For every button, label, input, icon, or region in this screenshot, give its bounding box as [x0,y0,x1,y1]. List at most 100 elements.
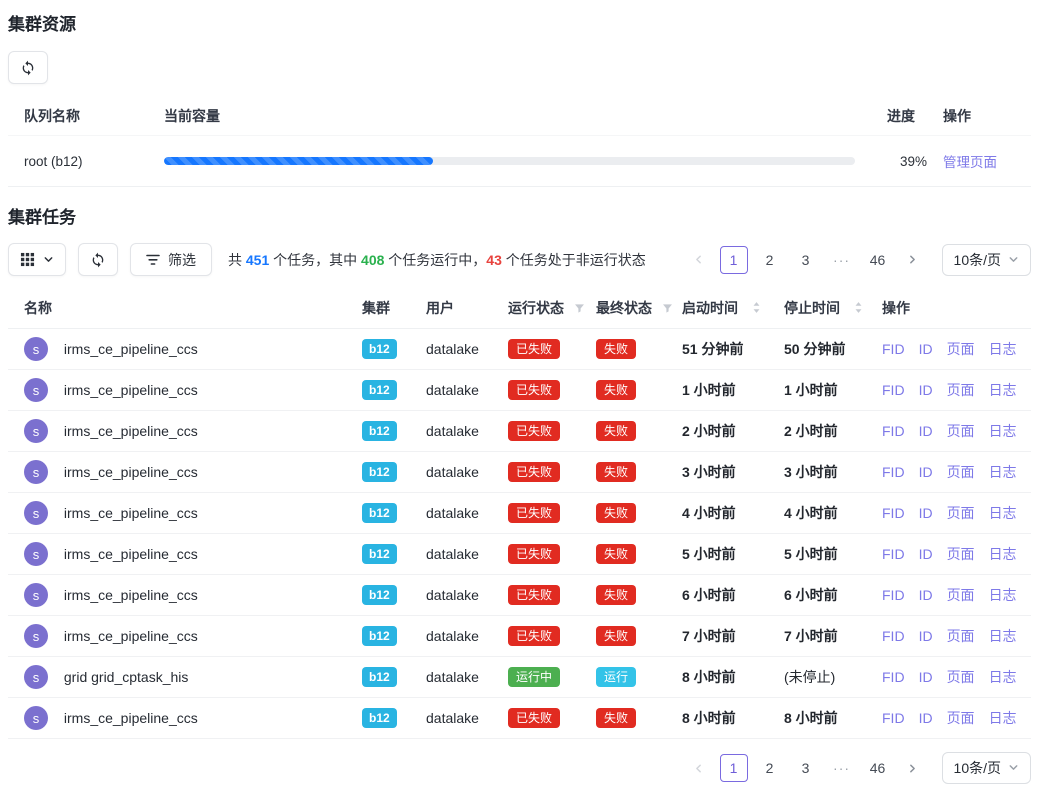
final-status-badge: 失败 [596,626,636,646]
pagination-prev[interactable] [686,247,712,273]
stop-time: 5 小时前 [768,534,866,575]
pagination-page-46[interactable]: 46 [864,246,892,274]
pagination-next[interactable] [900,755,926,781]
op-link-log[interactable]: 日志 [989,341,1017,357]
sort-icon[interactable] [752,301,761,317]
task-user: datalake [410,329,492,370]
avatar: s [24,460,48,484]
op-link-page[interactable]: 页面 [947,628,975,644]
op-link-log[interactable]: 日志 [989,710,1017,726]
sort-icon[interactable] [854,301,863,317]
op-link-id[interactable]: ID [919,341,933,357]
pagination-page-46[interactable]: 46 [864,754,892,782]
op-link-log[interactable]: 日志 [989,587,1017,603]
op-link-page[interactable]: 页面 [947,423,975,439]
op-link-fid[interactable]: FID [882,710,905,726]
pagination-page-1[interactable]: 1 [720,754,748,782]
stop-time: 8 小时前 [768,698,866,739]
op-link-page[interactable]: 页面 [947,710,975,726]
tasks-toolbar: 筛选 共 451 个任务，其中 408 个任务运行中，43 个任务处于非运行状态… [8,243,1031,276]
op-link-id[interactable]: ID [919,505,933,521]
op-link-fid[interactable]: FID [882,587,905,603]
op-link-id[interactable]: ID [919,464,933,480]
task-user: datalake [410,698,492,739]
op-link-page[interactable]: 页面 [947,341,975,357]
op-link-page[interactable]: 页面 [947,464,975,480]
op-link-log[interactable]: 日志 [989,382,1017,398]
op-link-id[interactable]: ID [919,423,933,439]
col-header-cluster: 集群 [346,292,410,329]
op-link-fid[interactable]: FID [882,669,905,685]
op-link-fid[interactable]: FID [882,382,905,398]
task-name: irms_ce_pipeline_ccs [64,587,198,603]
op-link-log[interactable]: 日志 [989,628,1017,644]
task-user: datalake [410,575,492,616]
op-link-log[interactable]: 日志 [989,423,1017,439]
col-header-queue: 队列名称 [8,97,148,136]
pagination-page-2[interactable]: 2 [756,754,784,782]
pagination-next[interactable] [900,247,926,273]
manage-page-link[interactable]: 管理页面 [943,155,997,170]
op-link-page[interactable]: 页面 [947,669,975,685]
op-link-fid[interactable]: FID [882,341,905,357]
pagination-page-2[interactable]: 2 [756,246,784,274]
cluster-badge: b12 [362,339,397,359]
op-link-page[interactable]: 页面 [947,587,975,603]
pagination-page-1[interactable]: 1 [720,246,748,274]
summary-count: 408 [361,252,384,268]
op-link-id[interactable]: ID [919,669,933,685]
pagination-prev[interactable] [686,755,712,781]
avatar: s [24,378,48,402]
op-link-log[interactable]: 日志 [989,464,1017,480]
filter-funnel-icon[interactable] [662,301,673,317]
filter-button[interactable]: 筛选 [130,243,212,276]
op-link-fid[interactable]: FID [882,628,905,644]
page-size-select[interactable]: 10条/页 [942,244,1031,276]
pagination-page-3[interactable]: 3 [792,246,820,274]
avatar: s [24,665,48,689]
op-link-id[interactable]: ID [919,628,933,644]
pagination-ellipsis[interactable]: ··· [828,754,856,782]
row-operations: FID ID 页面日志 [866,452,1031,493]
op-link-fid[interactable]: FID [882,464,905,480]
cluster-badge: b12 [362,421,397,441]
run-status-badge: 已失败 [508,380,560,400]
pagination-page-3[interactable]: 3 [792,754,820,782]
run-status-badge: 已失败 [508,339,560,359]
stop-time: 6 小时前 [768,575,866,616]
op-link-id[interactable]: ID [919,710,933,726]
op-link-id[interactable]: ID [919,587,933,603]
op-link-fid[interactable]: FID [882,423,905,439]
filter-button-label: 筛选 [168,250,196,270]
op-link-log[interactable]: 日志 [989,669,1017,685]
table-row: s irms_ce_pipeline_ccs b12 datalake 已失败 … [8,575,1031,616]
op-link-log[interactable]: 日志 [989,546,1017,562]
op-link-log[interactable]: 日志 [989,505,1017,521]
filter-funnel-icon[interactable] [574,301,585,317]
task-user: datalake [410,370,492,411]
op-link-page[interactable]: 页面 [947,505,975,521]
page: 集群资源 队列名称 当前容量 进度 操作 root (b12) [0,15,1039,784]
run-status-badge: 已失败 [508,585,560,605]
chevron-down-icon [1008,760,1019,776]
summary-count: 451 [246,252,269,268]
op-link-id[interactable]: ID [919,546,933,562]
op-link-id[interactable]: ID [919,382,933,398]
start-time: 5 小时前 [666,534,768,575]
run-status-badge: 已失败 [508,462,560,482]
op-link-fid[interactable]: FID [882,505,905,521]
pagination-ellipsis[interactable]: ··· [828,246,856,274]
layout-grid-button[interactable] [8,243,66,276]
col-header-final-status: 最终状态 [580,292,666,329]
page-size-select[interactable]: 10条/页 [942,752,1031,784]
op-link-page[interactable]: 页面 [947,546,975,562]
op-link-fid[interactable]: FID [882,546,905,562]
col-header-start-time: 启动时间 [666,292,768,329]
page-size-value: 10条/页 [954,250,1001,270]
chevron-down-icon [1008,252,1019,268]
row-operations: FID ID 页面日志 [866,370,1031,411]
tasks-refresh-button[interactable] [78,243,118,276]
run-status-badge: 已失败 [508,708,560,728]
op-link-page[interactable]: 页面 [947,382,975,398]
resources-refresh-button[interactable] [8,51,48,84]
